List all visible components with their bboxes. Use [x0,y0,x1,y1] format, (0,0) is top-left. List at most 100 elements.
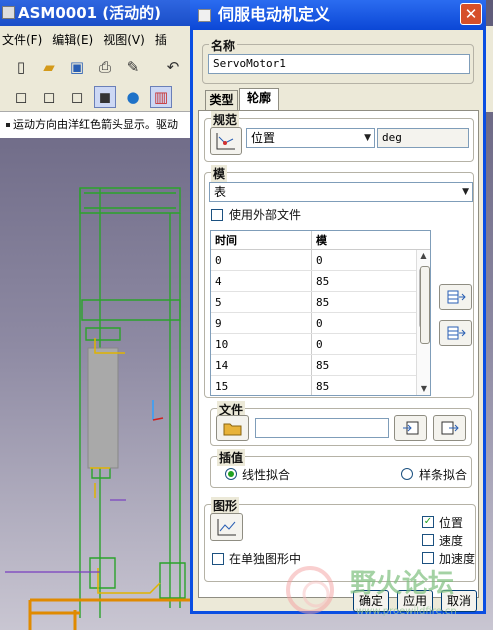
spline-fit-radio[interactable] [401,468,413,480]
spec-select[interactable]: 位置 ▼ [246,128,375,148]
delete-row-icon [447,326,466,340]
table-row[interactable]: 00 [211,250,430,271]
app-icon [2,6,15,19]
spec-group-label: 规范 [211,111,240,128]
menu-view[interactable]: 视图(V) [103,31,145,48]
open-folder-icon[interactable]: ▰ [38,56,60,78]
no-hidden-icon[interactable]: ◻ [66,86,88,108]
dialog-title: 伺服电动机定义 [218,5,331,24]
cell-time[interactable]: 4 [211,271,312,291]
add-row-button[interactable] [439,284,472,310]
column-header-mode[interactable]: 模 [312,231,412,249]
menu-file[interactable]: 文件(F) [2,31,42,48]
table-row[interactable]: 90 [211,313,430,334]
acceleration-checkbox[interactable] [422,552,434,564]
open-file-button[interactable] [216,415,249,441]
import-icon [402,421,418,435]
cell-time[interactable]: 15 [211,376,312,395]
tab-profile[interactable]: 轮廓 [239,88,279,111]
new-file-icon[interactable]: ▯ [10,56,32,78]
cell-mode[interactable]: 0 [312,334,412,354]
mode-group-label: 模 [211,165,228,182]
toolbar-top: ▯ ▰ ▣ ⎙ ✎ ↶ [0,52,200,82]
background-menu-bar: 文件(F) 编辑(E) 视图(V) 插 [0,26,200,52]
apply-button[interactable]: 应用 [397,590,433,612]
name-group-label: 名称 [209,37,238,54]
servo-motor-dialog: 伺服电动机定义 ✕ 名称 ServoMotor1 类型 轮廓 规范 位置 ▼ de… [190,0,486,614]
status-text: 运动方向由洋红色箭头显示。驱动 [13,118,178,131]
export-file-button[interactable] [433,415,466,441]
position-graph-icon [216,133,235,150]
dialog-title-bar[interactable]: 伺服电动机定义 ✕ [190,0,486,30]
table-row[interactable]: 15 85 [211,376,430,395]
linear-fit-radio[interactable] [225,468,237,480]
close-button[interactable]: ✕ [460,3,482,25]
mode-select[interactable]: 表 ▼ [209,182,473,202]
cell-mode[interactable]: 0 [312,250,412,270]
table-side-scroll[interactable] [420,266,430,344]
ok-button[interactable]: 确定 [353,590,389,612]
hidden-line-icon[interactable]: ◻ [38,86,60,108]
spec-icon-button[interactable] [210,127,242,155]
save-icon[interactable]: ▣ [66,56,88,78]
mode-select-value: 表 [214,185,227,199]
cell-time[interactable]: 9 [211,313,312,333]
interpolation-group-label: 插值 [217,449,246,466]
separate-graph-checkbox[interactable] [212,553,224,565]
name-input[interactable]: ServoMotor1 [208,54,470,74]
cell-time[interactable]: 0 [211,250,312,270]
cell-time[interactable]: 10 [211,334,312,354]
background-status-line: 运动方向由洋红色箭头显示。驱动 [0,112,200,138]
column-header-time[interactable]: 时间 [211,231,312,249]
regenerate-icon[interactable]: ✎ [122,56,144,78]
cell-mode[interactable]: 85 [312,376,412,395]
file-group: 文件 [210,401,472,446]
color-palette-icon[interactable]: ▥ [150,85,172,108]
position-check-label: 位置 [439,516,464,530]
undo-icon[interactable]: ↶ [162,56,184,78]
shading-icon[interactable]: ◼ [94,85,116,108]
import-file-button[interactable] [394,415,427,441]
graph-group-label: 图形 [211,497,240,514]
background-title-bar: ASM0001 (活动的) [0,0,200,26]
cell-mode[interactable]: 85 [312,271,412,291]
table-row[interactable]: 10 0 [211,334,430,355]
cancel-button[interactable]: 取消 [441,590,477,612]
print-icon[interactable]: ⎙ [94,56,116,78]
chevron-down-icon: ▼ [462,187,469,197]
table-row[interactable]: 5 85 [211,292,430,313]
table-row[interactable]: 4 85 [211,271,430,292]
acceleration-check-label: 加速度 [439,552,476,566]
velocity-checkbox[interactable] [422,534,434,546]
chart-icon [217,519,236,536]
table-row[interactable]: 14 85 [211,355,430,376]
file-path-input[interactable] [255,418,389,438]
cell-time[interactable]: 5 [211,292,312,312]
background-title: ASM0001 (活动的) [18,4,162,22]
appearance-icon[interactable]: ● [122,86,144,108]
wireframe-icon[interactable]: ◻ [10,86,32,108]
scroll-up-icon[interactable]: ▲ [417,250,430,262]
position-checkbox[interactable]: ✓ [422,516,434,528]
3d-model-viewport[interactable] [0,138,200,630]
profile-table[interactable]: 时间 模 00 4 85 5 85 90 10 0 14 85 15 85 ▲ ▼ [210,230,431,396]
menu-insert[interactable]: 插 [155,31,167,48]
toolbar-display: ◻ ◻ ◻ ◼ ● ▥ [0,82,200,112]
graph-button[interactable] [210,513,243,541]
remove-row-button[interactable] [439,320,472,346]
use-external-file-checkbox[interactable] [211,209,223,221]
cell-mode[interactable]: 85 [312,292,412,312]
spec-group: 规范 位置 ▼ deg [204,111,474,162]
open-folder-icon [223,423,241,436]
background-toolbar-edge [486,26,493,112]
cell-mode[interactable]: 85 [312,355,412,375]
cell-mode[interactable]: 0 [312,313,412,333]
cell-time[interactable]: 14 [211,355,312,375]
export-icon [441,421,459,435]
separate-graph-label: 在单独图形中 [229,552,302,566]
interpolation-group: 插值 线性拟合 样条拟合 [210,449,472,488]
linear-fit-label: 线性拟合 [242,468,291,482]
tab-type[interactable]: 类型 [205,90,238,110]
menu-edit[interactable]: 编辑(E) [52,31,93,48]
scroll-down-icon[interactable]: ▼ [417,383,430,395]
